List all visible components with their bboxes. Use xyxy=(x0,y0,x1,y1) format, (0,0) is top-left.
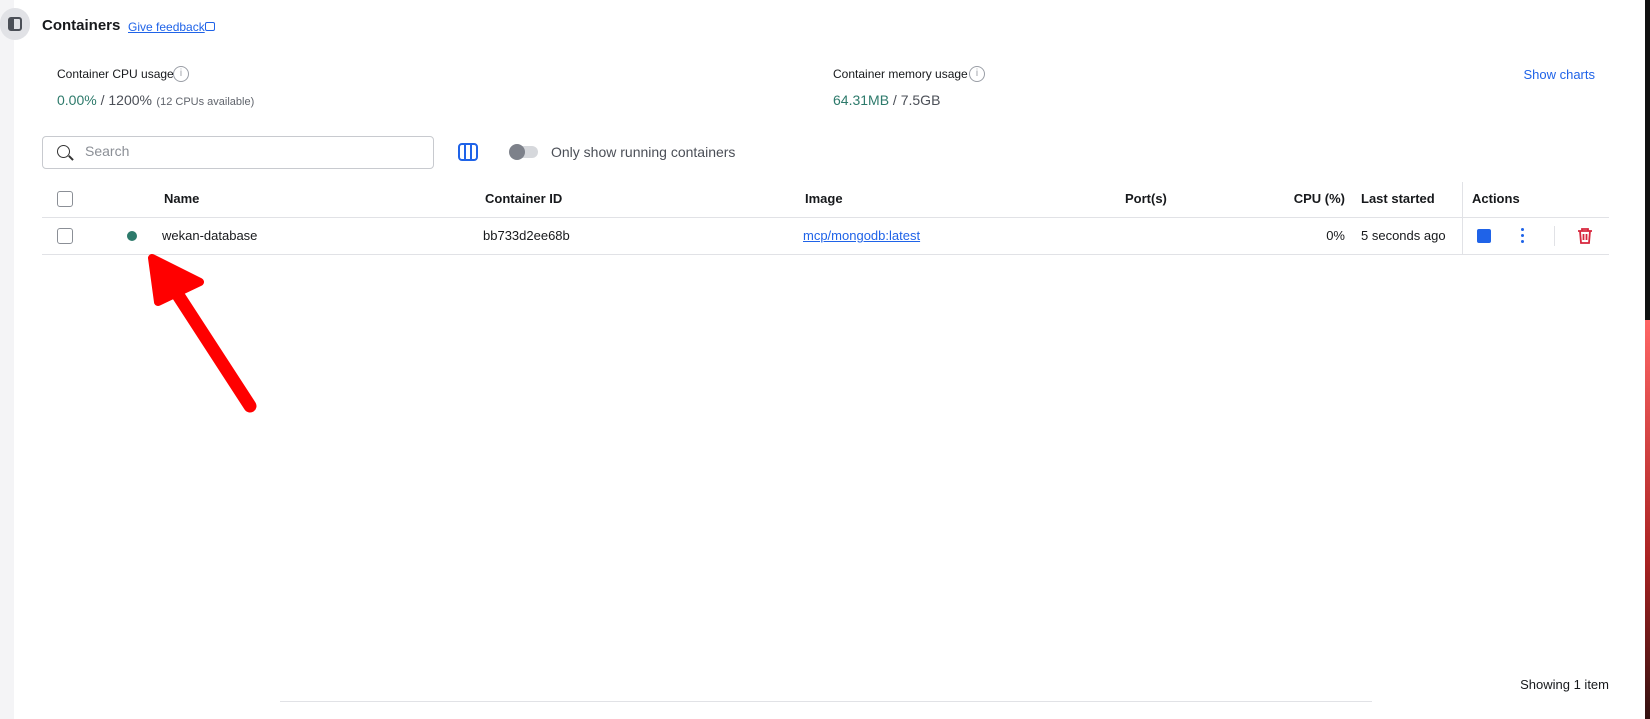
window-edge xyxy=(1645,0,1650,320)
last-started: 5 seconds ago xyxy=(1361,228,1446,243)
sidebar-strip xyxy=(0,0,14,719)
cpu-value: 0% xyxy=(1326,228,1345,243)
action-divider xyxy=(1554,226,1555,246)
row-checkbox[interactable] xyxy=(57,228,73,244)
item-count: Showing 1 item xyxy=(1520,677,1609,692)
search-icon xyxy=(57,145,70,158)
column-ports[interactable]: Port(s) xyxy=(1125,191,1167,206)
footer-divider xyxy=(280,701,1372,702)
feedback-icon xyxy=(205,22,215,31)
header-divider xyxy=(42,217,1609,218)
cpu-usage-label: Container CPU usage xyxy=(57,67,174,81)
select-all-checkbox[interactable] xyxy=(57,191,73,207)
running-only-label: Only show running containers xyxy=(551,144,736,160)
container-id: bb733d2ee68b xyxy=(483,228,570,243)
cpu-usage-value: 0.00% / 1200% (12 CPUs available) xyxy=(57,92,254,110)
search-field[interactable] xyxy=(42,136,434,169)
toggle-sidebar-button[interactable] xyxy=(0,8,30,40)
more-options-icon[interactable] xyxy=(1519,227,1527,245)
column-image[interactable]: Image xyxy=(805,191,843,206)
column-name[interactable]: Name xyxy=(164,191,199,206)
memory-total: / 7.5GB xyxy=(889,92,941,108)
show-charts-link[interactable]: Show charts xyxy=(1523,67,1595,82)
search-input[interactable] xyxy=(85,143,415,159)
memory-usage-value: 64.31MB / 7.5GB xyxy=(833,92,940,110)
give-feedback-link[interactable]: Give feedback xyxy=(128,20,205,34)
actions-divider xyxy=(1462,182,1463,254)
memory-used: 64.31MB xyxy=(833,92,890,108)
column-actions: Actions xyxy=(1472,191,1520,206)
running-only-toggle[interactable] xyxy=(509,144,538,160)
delete-icon[interactable] xyxy=(1577,227,1593,245)
stop-icon[interactable] xyxy=(1477,229,1491,243)
sidebar-icon xyxy=(8,17,22,31)
cpu-used: 0.00% xyxy=(57,92,97,108)
column-last-started[interactable]: Last started xyxy=(1361,191,1435,206)
annotation-arrow-icon xyxy=(148,254,257,413)
column-container-id[interactable]: Container ID xyxy=(485,191,562,206)
column-cpu[interactable]: CPU (%) xyxy=(1294,191,1345,206)
columns-icon[interactable] xyxy=(458,143,478,161)
cpu-info-icon[interactable]: i xyxy=(173,66,189,82)
cpu-note: (12 CPUs available) xyxy=(156,96,255,108)
image-link[interactable]: mcp/mongodb:latest xyxy=(803,228,920,243)
page-title: Containers xyxy=(42,17,121,34)
memory-usage-label: Container memory usage xyxy=(833,67,968,81)
desktop-background-edge xyxy=(1645,320,1650,719)
cpu-total: / 1200% xyxy=(96,92,152,108)
memory-info-icon[interactable]: i xyxy=(969,66,985,82)
